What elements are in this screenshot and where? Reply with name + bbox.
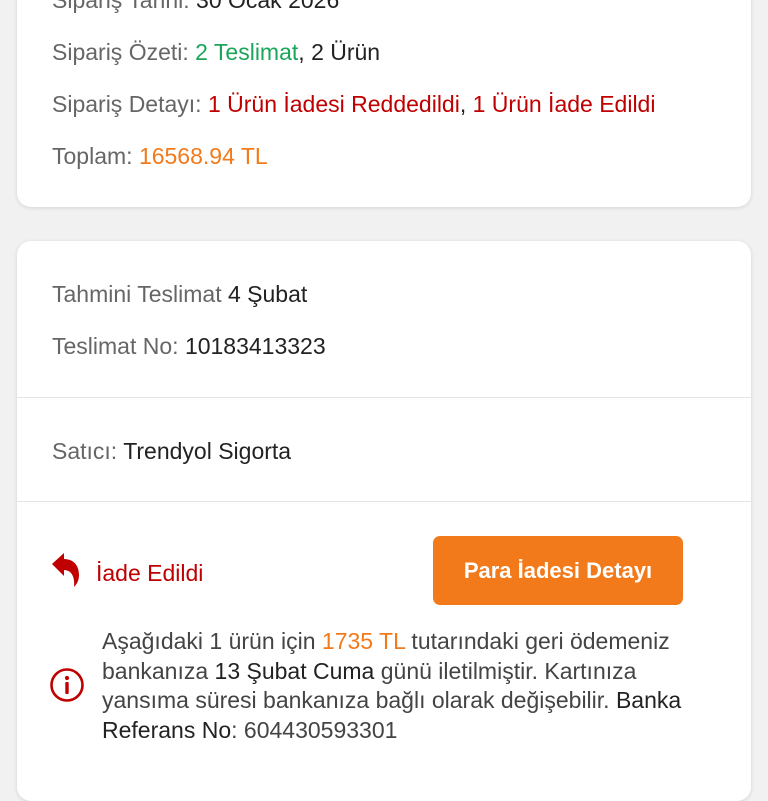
order-summary-label: Sipariş Özeti: bbox=[52, 39, 189, 65]
divider bbox=[17, 397, 751, 398]
refund-date: 13 Şubat Cuma bbox=[214, 657, 375, 684]
order-detail-returned: 1 Ürün İade Edildi bbox=[472, 91, 656, 117]
order-date-row: Sipariş Tarihi: 30 Ocak 2026 bbox=[52, 0, 339, 14]
order-date-label: Sipariş Tarihi: bbox=[52, 0, 190, 13]
order-detail-separator: , bbox=[459, 91, 467, 117]
refund-amount: 1735 TL bbox=[321, 628, 406, 654]
order-detail-row: Sipariş Detayı: 1 Ürün İadesi Reddedildi… bbox=[52, 90, 655, 118]
refund-info-text: Aşağıdaki 1 ürün için 1735 TL tutarındak… bbox=[102, 627, 722, 745]
order-date-value: 30 Ocak 2026 bbox=[196, 0, 340, 13]
order-detail-label: Sipariş Detayı: bbox=[52, 91, 202, 117]
order-summary-row: Sipariş Özeti: 2 Teslimat, 2 Ürün bbox=[52, 38, 380, 66]
seller-name[interactable]: Trendyol Sigorta bbox=[123, 438, 291, 464]
estimated-delivery-row: Tahmini Teslimat 4 Şubat bbox=[52, 280, 307, 308]
info-circle-icon bbox=[50, 668, 84, 702]
order-total-label: Toplam: bbox=[52, 143, 133, 169]
order-total-row: Toplam: 16568.94 TL bbox=[52, 142, 268, 170]
delivery-number-row: Teslimat No: 10183413323 bbox=[52, 332, 326, 360]
return-status-text: İade Edildi bbox=[96, 560, 204, 586]
delivery-card: Tahmini Teslimat 4 Şubat Teslimat No: 10… bbox=[17, 241, 751, 801]
bank-reference-separator: : bbox=[231, 716, 244, 743]
order-summary-card: Sipariş Tarihi: 30 Ocak 2026 Sipariş Öze… bbox=[17, 0, 751, 207]
estimated-delivery-label: Tahmini Teslimat bbox=[52, 281, 222, 307]
refund-detail-button[interactable]: Para İadesi Detayı bbox=[433, 536, 683, 605]
delivery-number-value: 10183413323 bbox=[184, 333, 326, 359]
divider bbox=[17, 501, 751, 502]
return-arrow-icon bbox=[52, 553, 79, 587]
order-total-value: 16568.94 TL bbox=[138, 143, 268, 169]
seller-row[interactable]: Satıcı: Trendyol Sigorta bbox=[52, 437, 291, 465]
delivery-number-label: Teslimat No: bbox=[52, 333, 179, 359]
refund-info-part1: Aşağıdaki 1 ürün için bbox=[102, 628, 322, 654]
order-summary-separator: , bbox=[298, 39, 305, 65]
estimated-delivery-value: 4 Şubat bbox=[227, 281, 308, 307]
bank-reference-number: 604430593301 bbox=[243, 716, 398, 743]
order-detail-rejected: 1 Ürün İadesi Reddedildi bbox=[207, 91, 460, 117]
order-summary-deliveries: 2 Teslimat bbox=[195, 39, 299, 65]
seller-label: Satıcı: bbox=[52, 438, 118, 464]
order-summary-items: 2 Ürün bbox=[311, 39, 381, 65]
